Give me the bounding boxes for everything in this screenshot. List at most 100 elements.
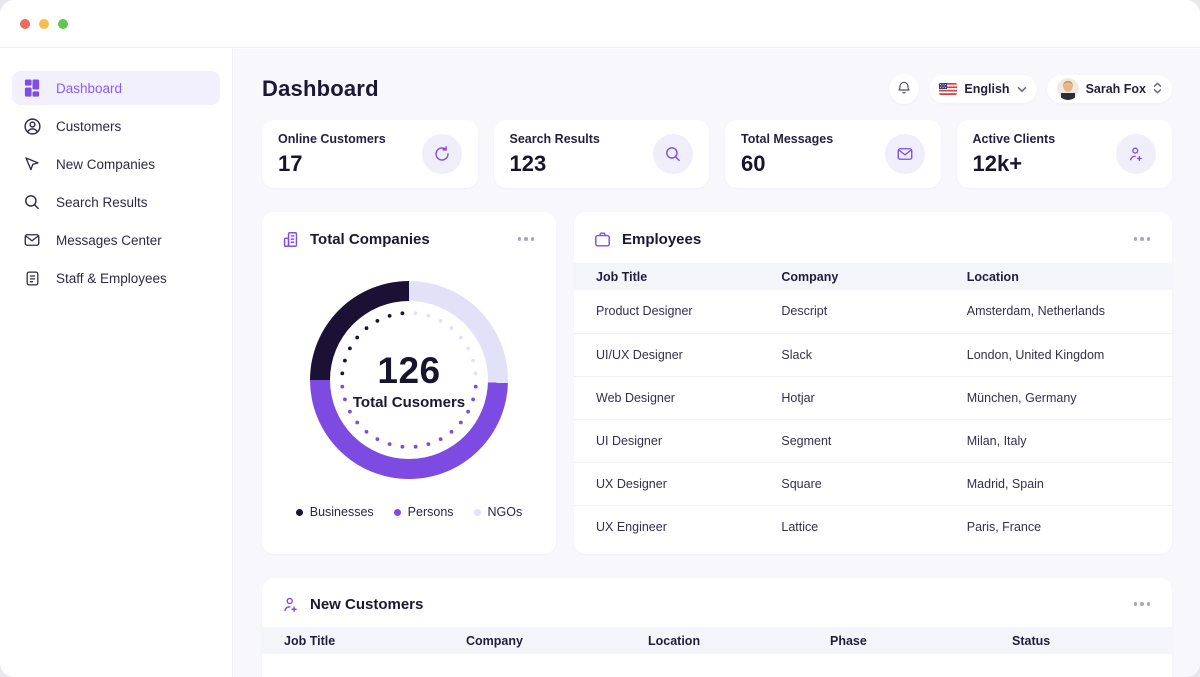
table-header-row: Job Title Company Location <box>574 263 1172 290</box>
language-label: English <box>964 82 1009 96</box>
avatar <box>1057 78 1079 100</box>
stat-label: Online Customers <box>278 132 386 146</box>
stat-value: 123 <box>510 151 600 177</box>
more-menu-icon[interactable] <box>1130 598 1155 610</box>
sidebar: Dashboard Customers New Companies Search… <box>0 49 233 677</box>
stat-card-total-messages: Total Messages 60 <box>725 120 941 188</box>
page-header: Dashboard English <box>262 71 1172 107</box>
donut-center-label: Total Cusomers <box>353 394 465 411</box>
briefcase-icon <box>592 229 612 249</box>
employee-location: Amsterdam, Netherlands <box>945 290 1172 333</box>
employees-card: Employees Job Title Company Location Pro… <box>574 212 1172 554</box>
employee-company: Segment <box>759 419 944 462</box>
sidebar-item-label: New Companies <box>56 157 155 172</box>
stat-value: 60 <box>741 151 833 177</box>
employee-company: Lattice <box>759 505 944 548</box>
total-companies-card: Total Companies 126 Total Cusomers Bus <box>262 212 556 554</box>
legend-label: NGOs <box>488 505 523 519</box>
user-plus-icon <box>1116 134 1156 174</box>
sidebar-item-label: Search Results <box>56 195 148 210</box>
header-controls: English Sarah Fox <box>889 74 1172 104</box>
user-plus-icon <box>280 594 300 614</box>
user-menu[interactable]: Sarah Fox <box>1047 75 1172 103</box>
charts-row: Total Companies 126 Total Cusomers Bus <box>262 212 1172 554</box>
us-flag-icon <box>939 83 957 95</box>
chevron-up-down-icon <box>1153 82 1162 97</box>
column-header: Status <box>990 627 1172 654</box>
employee-job-title: Web Designer <box>574 376 759 419</box>
search-icon <box>653 134 693 174</box>
stats-row: Online Customers 17 Search Results 123 <box>262 120 1172 188</box>
employee-company: Hotjar <box>759 376 944 419</box>
donut-legend: Businesses Persons NGOs <box>262 505 556 519</box>
sidebar-item-dashboard[interactable]: Dashboard <box>12 71 220 105</box>
legend-label: Businesses <box>310 505 374 519</box>
employee-job-title: Product Designer <box>574 290 759 333</box>
column-header: Company <box>444 627 626 654</box>
sidebar-item-customers[interactable]: Customers <box>12 109 220 143</box>
cursor-icon <box>22 154 42 174</box>
sidebar-item-label: Messages Center <box>56 233 162 248</box>
column-header: Job Title <box>574 263 759 290</box>
table-row[interactable]: Web Designer Hotjar München, Germany <box>574 376 1172 419</box>
sidebar-item-new-companies[interactable]: New Companies <box>12 147 220 181</box>
more-menu-icon[interactable] <box>1130 233 1155 245</box>
close-window-button[interactable] <box>20 19 30 29</box>
sidebar-item-label: Dashboard <box>56 81 122 96</box>
language-selector[interactable]: English <box>929 75 1036 103</box>
stat-value: 12k+ <box>973 151 1056 177</box>
stat-card-search-results: Search Results 123 <box>494 120 710 188</box>
table-header-row: Job Title Company Location Phase Status <box>262 627 1172 654</box>
card-title: Employees <box>622 231 1120 248</box>
dashboard-icon <box>22 78 42 98</box>
stat-card-online-customers: Online Customers 17 <box>262 120 478 188</box>
stat-label: Total Messages <box>741 132 833 146</box>
new-customers-table: Job Title Company Location Phase Status <box>262 627 1172 654</box>
zoom-window-button[interactable] <box>58 19 68 29</box>
mail-icon <box>22 230 42 250</box>
minimize-window-button[interactable] <box>39 19 49 29</box>
table-row[interactable]: UI/UX Designer Slack London, United King… <box>574 333 1172 376</box>
sidebar-item-staff-employees[interactable]: Staff & Employees <box>12 261 220 295</box>
sidebar-item-label: Customers <box>56 119 121 134</box>
sidebar-item-messages-center[interactable]: Messages Center <box>12 223 220 257</box>
user-circle-icon <box>22 116 42 136</box>
employee-job-title: UI/UX Designer <box>574 333 759 376</box>
table-row[interactable]: Product Designer Descript Amsterdam, Net… <box>574 290 1172 333</box>
main-content: Dashboard English <box>234 49 1200 677</box>
document-icon <box>22 268 42 288</box>
column-header: Location <box>945 263 1172 290</box>
sidebar-item-search-results[interactable]: Search Results <box>12 185 220 219</box>
employee-company: Slack <box>759 333 944 376</box>
employees-table: Job Title Company Location Product Desig… <box>574 263 1172 548</box>
new-customers-card: New Customers Job Title Company Location… <box>262 578 1172 677</box>
buildings-icon <box>280 229 300 249</box>
table-row[interactable]: UX Engineer Lattice Paris, France <box>574 505 1172 548</box>
table-row[interactable]: UI Designer Segment Milan, Italy <box>574 419 1172 462</box>
titlebar <box>0 0 1200 48</box>
user-name: Sarah Fox <box>1086 82 1146 96</box>
employee-location: London, United Kingdom <box>945 333 1172 376</box>
table-row[interactable]: UX Designer Square Madrid, Spain <box>574 462 1172 505</box>
employee-job-title: UI Designer <box>574 419 759 462</box>
legend-label: Persons <box>408 505 454 519</box>
stat-label: Search Results <box>510 132 600 146</box>
legend-item-ngos: NGOs <box>474 505 523 519</box>
employee-company: Square <box>759 462 944 505</box>
chevron-down-icon <box>1017 82 1027 96</box>
stat-label: Active Clients <box>973 132 1056 146</box>
column-header: Phase <box>808 627 990 654</box>
stat-card-active-clients: Active Clients 12k+ <box>957 120 1173 188</box>
employee-job-title: UX Engineer <box>574 505 759 548</box>
donut-center-value: 126 <box>377 350 440 392</box>
legend-dot <box>474 509 481 516</box>
app-window: Dashboard Customers New Companies Search… <box>0 0 1200 677</box>
column-header: Company <box>759 263 944 290</box>
legend-dot <box>296 509 303 516</box>
card-title: New Customers <box>310 596 1120 613</box>
search-icon <box>22 192 42 212</box>
employee-job-title: UX Designer <box>574 462 759 505</box>
notifications-button[interactable] <box>889 74 919 104</box>
more-menu-icon[interactable] <box>514 233 539 245</box>
employee-location: Madrid, Spain <box>945 462 1172 505</box>
